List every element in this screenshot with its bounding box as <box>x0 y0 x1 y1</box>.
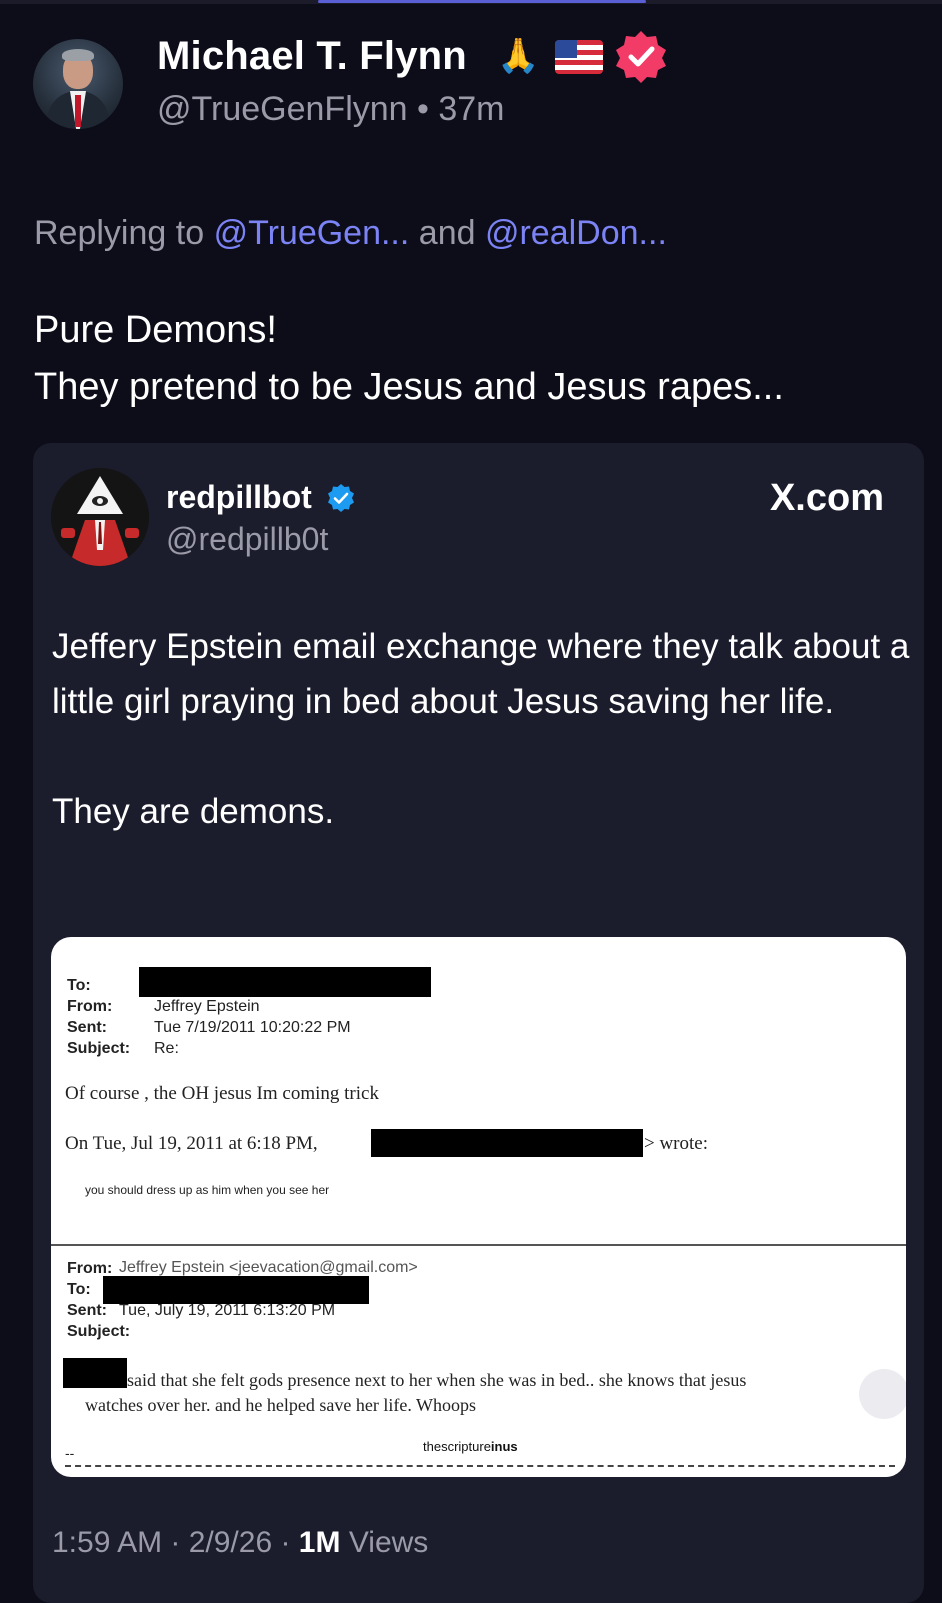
watermark-prefix: thescripture <box>423 1439 491 1454</box>
email-document-image[interactable]: To: From: Jeffrey Epstein Sent: Tue 7/19… <box>51 937 906 1477</box>
quoted-author-avatar[interactable] <box>51 468 149 566</box>
email-subject-label: Subject: <box>67 1040 131 1057</box>
email-to-label: To: <box>67 977 91 994</box>
post-text: Pure Demons! They pretend to be Jesus an… <box>34 302 784 416</box>
email2-to-label: To: <box>67 1281 91 1298</box>
post-text-line-1: Pure Demons! <box>34 309 277 351</box>
comment-bubble-icon <box>859 1369 906 1419</box>
email-quote-header-end: > wrote: <box>644 1133 709 1154</box>
quoted-post-meta: 1:59 AM · 2/9/26 · 1M Views <box>52 1526 428 1560</box>
quoted-post-text: Jeffery Epstein email exchange where the… <box>52 619 912 839</box>
quoted-author-handle[interactable]: @redpillb0t <box>166 521 328 558</box>
redaction-bar <box>103 1276 369 1304</box>
verified-badge-icon <box>328 484 354 512</box>
email-quote-header-start: On Tue, Jul 19, 2011 at 6:18 PM, <box>65 1133 318 1154</box>
us-flag-icon <box>555 40 603 74</box>
email-signature: -- <box>65 1445 75 1461</box>
praying-hands-emoji: 🙏 <box>497 37 540 75</box>
meta-time: 1:59 AM · 2/9/26 · <box>52 1526 299 1559</box>
email-dashed-divider <box>65 1465 895 1467</box>
email-subject-value: Re: <box>154 1040 179 1057</box>
redaction-bar <box>371 1129 643 1157</box>
email-sent-value: Tue 7/19/2011 10:20:22 PM <box>154 1019 351 1036</box>
email-body-line: Of course , the OH jesus Im coming trick <box>65 1083 379 1104</box>
email-divider <box>51 1244 906 1246</box>
quoted-author-name[interactable]: redpillbot <box>166 479 312 516</box>
redaction-bar <box>139 967 431 997</box>
reply-and: and <box>418 214 476 252</box>
quoted-post-card[interactable]: redpillbot @redpillb0t X.com Jeffery Eps… <box>33 443 924 1603</box>
email2-body-line-2: watches over her. and he helped save her… <box>85 1395 477 1415</box>
replying-prefix: Replying to <box>34 214 205 252</box>
meta-views-count: 1M <box>298 1526 341 1559</box>
reply-mention-2[interactable]: @realDon... <box>485 214 667 252</box>
replying-to: Replying to @TrueGen... and @realDon... <box>34 214 667 253</box>
email2-body-line-1: said that she felt gods presence next to… <box>127 1370 747 1390</box>
redaction-bar <box>63 1358 127 1388</box>
email2-from-value: Jeffrey Epstein <jeevacation@gmail.com> <box>119 1259 418 1276</box>
author-handle-time[interactable]: @TrueGenFlynn • 37m <box>157 90 505 129</box>
email2-subject-label: Subject: <box>67 1323 131 1340</box>
watermark-bold: inus <box>490 1439 518 1454</box>
author-name[interactable]: Michael T. Flynn <box>157 34 467 79</box>
meta-views-label: Views <box>340 1526 429 1559</box>
post-text-line-2: They pretend to be Jesus and Jesus rapes… <box>34 366 784 408</box>
verified-badge-icon <box>616 31 666 83</box>
email2-sent-label: Sent: <box>67 1302 107 1319</box>
watermark: thescriptureinus <box>423 1439 518 1454</box>
x-com-label: X.com <box>769 477 884 519</box>
top-indicator <box>318 0 646 3</box>
author-avatar[interactable] <box>33 39 123 129</box>
quoted-text-paragraph-2: They are demons. <box>52 792 335 831</box>
quoted-text-paragraph-1: Jeffery Epstein email exchange where the… <box>52 627 910 721</box>
email2-sent-value: Tue, July 19, 2011 6:13:20 PM <box>119 1302 336 1319</box>
email-quoted-line: you should dress up as him when you see … <box>85 1183 330 1197</box>
email-from-value: Jeffrey Epstein <box>154 998 260 1015</box>
email-sent-label: Sent: <box>67 1019 107 1036</box>
email-from-label: From: <box>67 998 113 1015</box>
reply-mention-1[interactable]: @TrueGen... <box>214 214 410 252</box>
